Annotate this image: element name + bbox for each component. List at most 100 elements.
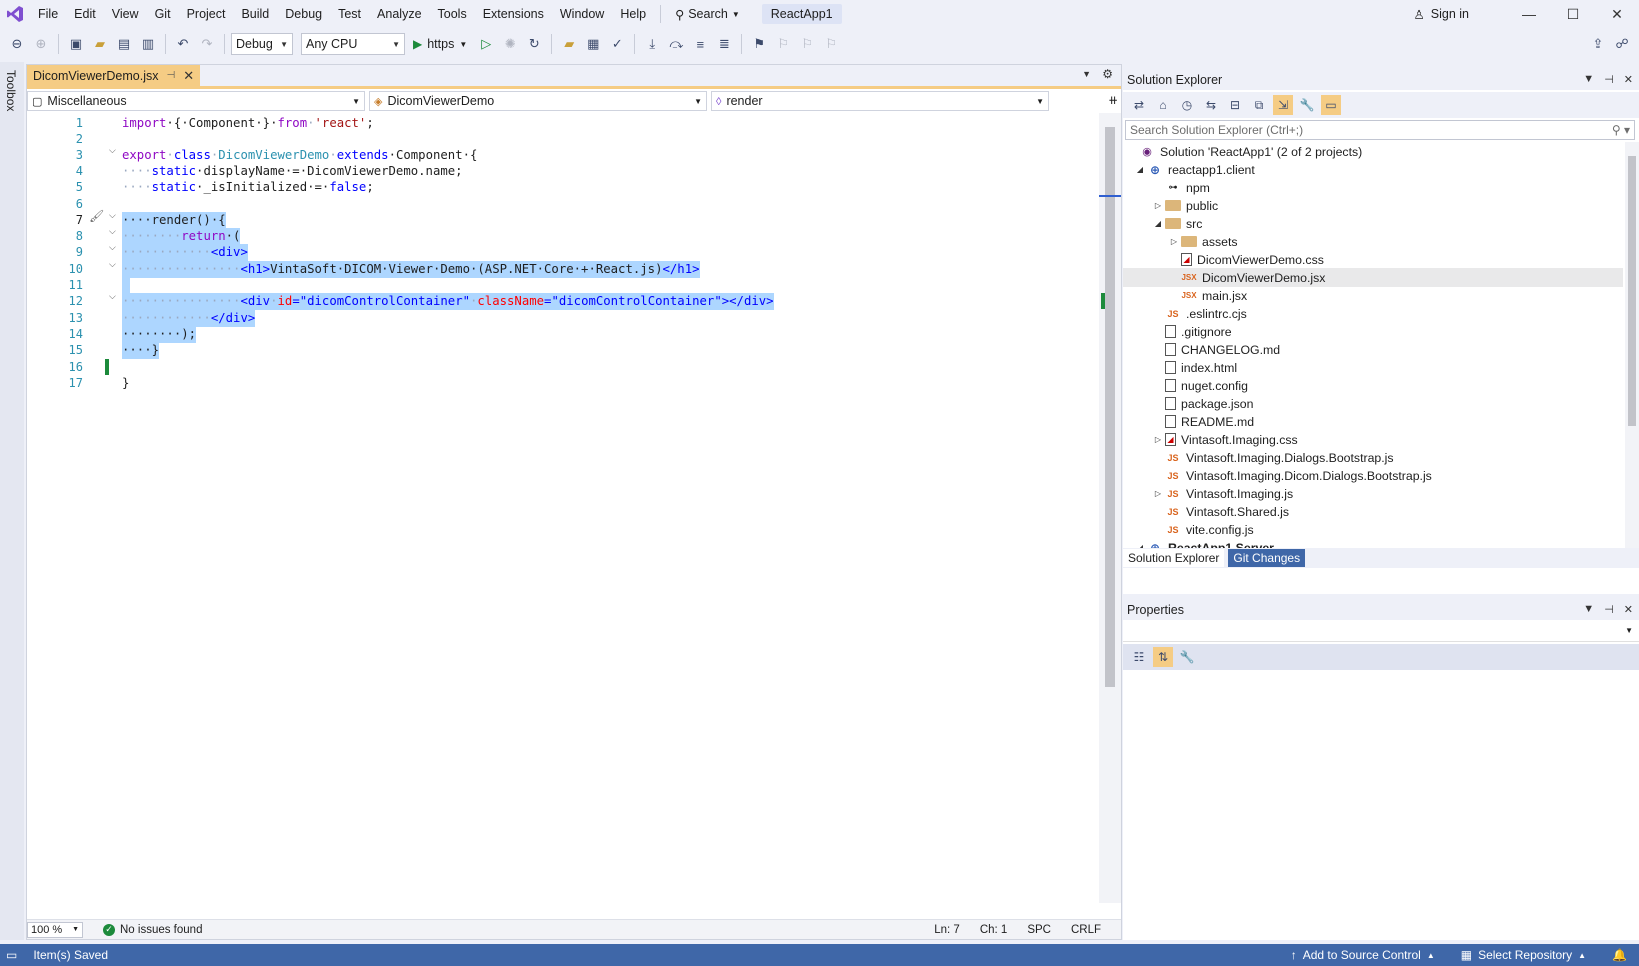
tree-item[interactable]: ◢ DicomViewerDemo.css bbox=[1123, 250, 1623, 269]
properties-wrench-icon[interactable]: 🔧 bbox=[1297, 95, 1317, 115]
menu-project[interactable]: Project bbox=[179, 0, 234, 28]
sync-icon[interactable]: ⇆ bbox=[1201, 95, 1221, 115]
close-icon[interactable]: ✕ bbox=[1624, 603, 1633, 616]
tree-expander[interactable]: ▷ bbox=[1151, 435, 1165, 444]
char-position[interactable]: Ch: 1 bbox=[980, 924, 1008, 936]
window-position-dropdown-icon[interactable]: ▼ bbox=[1583, 73, 1594, 86]
tree-item[interactable]: JS vite.config.js bbox=[1123, 520, 1623, 539]
home-icon[interactable]: ⌂ bbox=[1153, 95, 1173, 115]
tree-expander[interactable]: ◢ bbox=[1133, 165, 1147, 174]
outdent-icon[interactable]: ≣ bbox=[713, 33, 735, 55]
tree-item[interactable]: JSX main.jsx bbox=[1123, 286, 1623, 305]
collapse-icon[interactable]: ⌵ bbox=[109, 210, 116, 221]
collapse-all-icon[interactable]: ⊟ bbox=[1225, 95, 1245, 115]
pin-icon[interactable]: ⊣ bbox=[167, 70, 176, 81]
menu-window[interactable]: Window bbox=[552, 0, 612, 28]
tree-expander[interactable]: ▷ bbox=[1151, 201, 1165, 210]
step-over-icon[interactable]: ⤼ bbox=[665, 33, 687, 55]
menu-test[interactable]: Test bbox=[330, 0, 369, 28]
add-to-source-control-button[interactable]: ↑ Add to Source Control ▲ bbox=[1291, 948, 1435, 962]
tree-expander[interactable]: ▷ bbox=[1151, 489, 1165, 498]
tree-item[interactable]: ▷ ◢ Vintasoft.Imaging.css bbox=[1123, 430, 1623, 449]
notifications-button[interactable]: 🔔 bbox=[1612, 948, 1627, 962]
redo-icon[interactable]: ↷ bbox=[196, 33, 218, 55]
quick-actions-brush-icon[interactable]: 🖌 bbox=[89, 209, 104, 223]
tree-expander[interactable]: ◢ bbox=[1151, 219, 1165, 228]
start-without-debugging-icon[interactable]: ▷ bbox=[475, 33, 497, 55]
properties-object-select[interactable]: ▼ bbox=[1123, 622, 1639, 642]
project-navigation-select[interactable]: ▢ Miscellaneous ▼ bbox=[27, 91, 365, 111]
zoom-level-select[interactable]: 100 % ▼ bbox=[27, 921, 83, 938]
menu-edit[interactable]: Edit bbox=[66, 0, 104, 28]
undo-icon[interactable]: ↶ bbox=[172, 33, 194, 55]
feedback-icon[interactable]: ☍ bbox=[1611, 33, 1633, 55]
menu-file[interactable]: File bbox=[30, 0, 66, 28]
maximize-button[interactable]: ☐ bbox=[1551, 0, 1595, 28]
new-project-icon[interactable]: ▣ bbox=[65, 33, 87, 55]
layout-icon[interactable]: ▦ bbox=[582, 33, 604, 55]
scrollbar-thumb[interactable] bbox=[1628, 156, 1636, 426]
pin-icon[interactable]: ⊣ bbox=[1604, 603, 1614, 616]
close-icon[interactable]: ✕ bbox=[1624, 73, 1633, 86]
line-ending-mode[interactable]: CRLF bbox=[1071, 924, 1101, 936]
menu-view[interactable]: View bbox=[104, 0, 147, 28]
indent-icon[interactable]: ≡ bbox=[689, 33, 711, 55]
bookmark-icon[interactable]: ⚑ bbox=[748, 33, 770, 55]
solution-platform-select[interactable]: Any CPU ▼ bbox=[301, 33, 405, 55]
menu-build[interactable]: Build bbox=[233, 0, 277, 28]
minimize-button[interactable]: — bbox=[1507, 0, 1551, 28]
line-position[interactable]: Ln: 7 bbox=[934, 924, 960, 936]
tree-item[interactable]: ▷ assets bbox=[1123, 232, 1623, 251]
editor-vertical-scrollbar[interactable] bbox=[1099, 113, 1121, 903]
tree-item[interactable]: package.json bbox=[1123, 394, 1623, 413]
close-tab-icon[interactable]: ✕ bbox=[183, 68, 194, 84]
issues-indicator[interactable]: ✓ No issues found bbox=[103, 923, 202, 936]
solution-explorer-scrollbar[interactable] bbox=[1625, 142, 1639, 566]
menu-help[interactable]: Help bbox=[612, 0, 654, 28]
spell-check-icon[interactable]: ✓ bbox=[606, 33, 628, 55]
close-window-button[interactable]: ✕ bbox=[1595, 0, 1639, 28]
switch-views-icon[interactable]: ⇄ bbox=[1129, 95, 1149, 115]
scrollbar-thumb[interactable] bbox=[1105, 127, 1115, 687]
window-position-dropdown-icon[interactable]: ▼ bbox=[1583, 603, 1594, 616]
open-folder-icon[interactable]: ▰ bbox=[558, 33, 580, 55]
menu-git[interactable]: Git bbox=[147, 0, 179, 28]
tree-item[interactable]: JS .eslintrc.cjs bbox=[1123, 304, 1623, 323]
save-icon[interactable]: ▤ bbox=[113, 33, 135, 55]
open-file-icon[interactable]: ▰ bbox=[89, 33, 111, 55]
tree-item[interactable]: ◢ src bbox=[1123, 214, 1623, 233]
tree-expander[interactable]: ▷ bbox=[1167, 237, 1181, 246]
navigate-back-icon[interactable]: ⊖ bbox=[6, 33, 28, 55]
visual-studio-logo-icon[interactable] bbox=[0, 0, 30, 28]
tab-solution-explorer[interactable]: Solution Explorer bbox=[1123, 549, 1225, 567]
solution-configuration-select[interactable]: Debug ▼ bbox=[231, 33, 293, 55]
tree-item[interactable]: JS Vintasoft.Imaging.Dialogs.Bootstrap.js bbox=[1123, 448, 1623, 467]
collapse-icon[interactable]: ⌵ bbox=[109, 259, 116, 270]
collapse-icon[interactable]: ⌵ bbox=[109, 242, 116, 253]
type-navigation-select[interactable]: ◈ DicomViewerDemo ▼ bbox=[369, 91, 707, 111]
tab-dicomviewerdemo-jsx[interactable]: DicomViewerDemo.jsx ⊣ ✕ bbox=[27, 65, 201, 86]
collapse-icon[interactable]: ⌵ bbox=[109, 145, 116, 156]
menu-tools[interactable]: Tools bbox=[430, 0, 475, 28]
start-debugging-button[interactable]: ▶ https ▼ bbox=[407, 37, 473, 51]
gear-icon[interactable]: ⚙ bbox=[1102, 67, 1113, 81]
next-bookmark-icon[interactable]: ⚐ bbox=[796, 33, 818, 55]
search-icon[interactable]: ⚲ ▾ bbox=[1612, 123, 1634, 137]
search-button[interactable]: ⚲ Search ▼ bbox=[667, 2, 748, 26]
tree-item[interactable]: README.md bbox=[1123, 412, 1623, 431]
navigate-forward-icon[interactable]: ⊕ bbox=[30, 33, 52, 55]
tree-item-project[interactable]: ◢ ⊕ reactapp1.client bbox=[1123, 160, 1623, 179]
pin-icon[interactable]: ⊣ bbox=[1604, 73, 1614, 86]
tree-item[interactable]: nuget.config bbox=[1123, 376, 1623, 395]
menu-debug[interactable]: Debug bbox=[277, 0, 330, 28]
track-active-item-icon[interactable]: ⇲ bbox=[1273, 95, 1293, 115]
collapse-icon[interactable]: ⌵ bbox=[109, 291, 116, 302]
indentation-mode[interactable]: SPC bbox=[1027, 924, 1051, 936]
collapse-icon[interactable]: ⌵ bbox=[109, 226, 116, 237]
tree-item-solution[interactable]: ◉ Solution 'ReactApp1' (2 of 2 projects) bbox=[1123, 142, 1623, 161]
property-pages-wrench-icon[interactable]: 🔧 bbox=[1177, 647, 1197, 667]
tree-item[interactable]: JS Vintasoft.Imaging.Dicom.Dialogs.Bootst… bbox=[1123, 466, 1623, 485]
hot-reload-icon[interactable]: ✺ bbox=[499, 33, 521, 55]
alphabetical-sort-icon[interactable]: ⇅ bbox=[1153, 647, 1173, 667]
select-repository-button[interactable]: ▦ Select Repository ▲ bbox=[1461, 948, 1586, 962]
